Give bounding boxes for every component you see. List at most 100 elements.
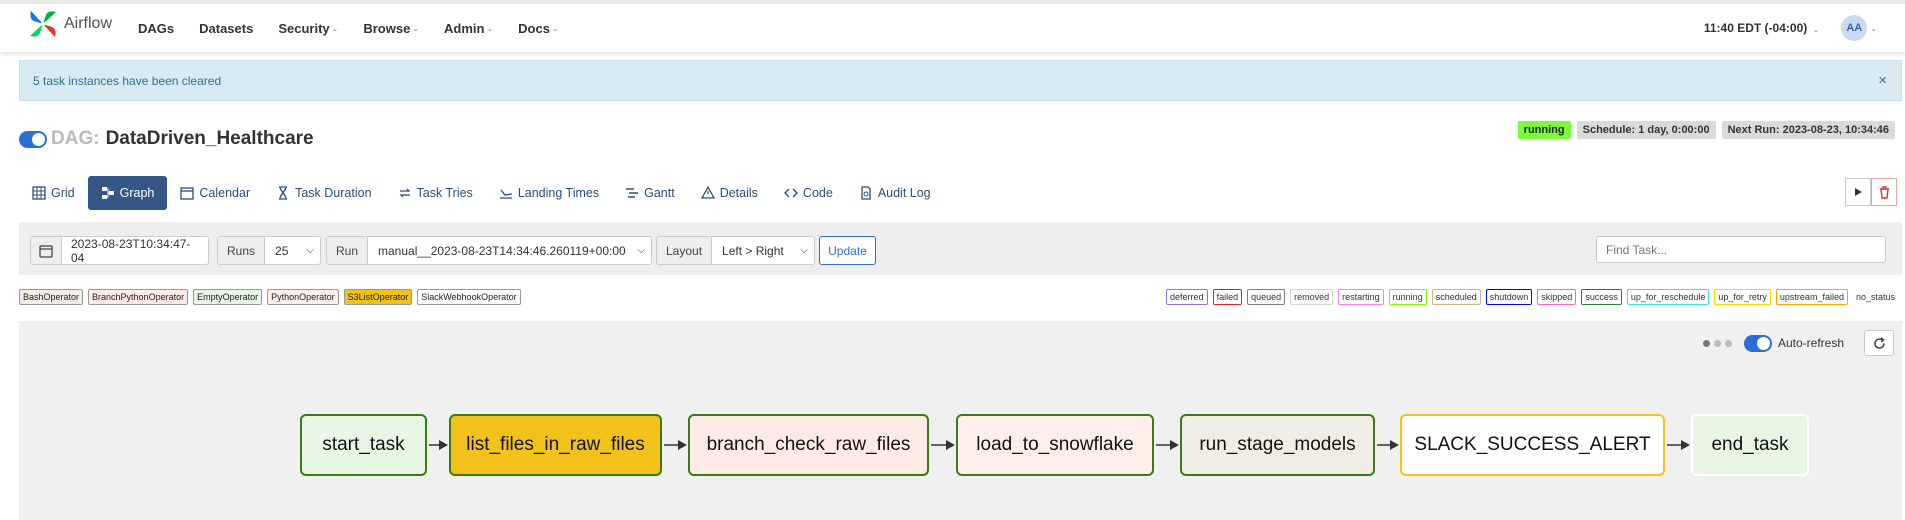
nav-item-admin[interactable]: Admin ⌄ (444, 21, 493, 36)
state-legend-item[interactable]: restarting (1338, 289, 1384, 305)
nav-item-dags[interactable]: DAGs (138, 21, 174, 36)
nav-item-label: Datasets (199, 20, 254, 36)
task-node[interactable]: list_files_in_raw_files (449, 414, 662, 476)
task-node[interactable]: run_stage_models (1180, 414, 1375, 476)
state-legend-item[interactable]: upstream_failed (1775, 289, 1848, 305)
state-legend-item[interactable]: skipped (1537, 289, 1577, 305)
trigger-dag-button[interactable] (1845, 178, 1871, 206)
base-date-group: 2023-08-23T10:34:47-04 (30, 236, 209, 265)
chevron-down-icon: ⌄ (551, 23, 559, 33)
tab-label: Calendar (199, 186, 251, 200)
close-icon[interactable]: × (1878, 72, 1887, 89)
chevron-down-icon: ⌵ (800, 245, 808, 256)
run-select[interactable]: manual__2023-08-23T14:34:46.260119+00:00… (368, 237, 651, 264)
state-legend-item[interactable]: up_for_reschedule (1626, 289, 1710, 305)
layout-value: Left > Right (722, 243, 784, 258)
tab-label: Task Tries (416, 186, 473, 200)
view-tabs: Grid Graph Calendar Task Duration Task Tries… (19, 176, 944, 210)
state-legend-item[interactable]: failed (1212, 289, 1243, 305)
user-avatar[interactable]: AA (1841, 15, 1868, 41)
state-legend-item[interactable]: shutdown (1485, 289, 1533, 305)
landing-icon (499, 189, 512, 199)
dag-badges: running Schedule: 1 day, 0:00:00 Next Ru… (1517, 121, 1895, 139)
tab-calendar[interactable]: Calendar (167, 176, 263, 210)
state-legend-item[interactable]: removed (1290, 289, 1334, 305)
task-node[interactable]: load_to_snowflake (956, 414, 1154, 476)
next-run-badge: Next Run: 2023-08-23, 10:34:46 (1721, 121, 1895, 139)
tab-landing-times[interactable]: Landing Times (486, 176, 612, 210)
tab-task-tries[interactable]: Task Tries (385, 176, 486, 210)
graph-icon (101, 187, 114, 199)
nav-item-docs[interactable]: Docs ⌄ (518, 21, 559, 36)
base-date-input[interactable]: 2023-08-23T10:34:47-04 (62, 237, 208, 264)
airflow-logo-icon (30, 11, 56, 37)
operator-legend-item: SlackWebhookOperator (417, 289, 521, 305)
navbar: Airflow DAGs Datasets Security ⌄ Browse ⌄ Admi… (0, 4, 1905, 52)
find-task-input[interactable] (1596, 236, 1886, 263)
update-button[interactable]: Update (819, 236, 876, 265)
dag-label: DAG: (51, 128, 100, 149)
task-node[interactable]: branch_check_raw_files (688, 414, 929, 476)
tab-details[interactable]: Details (688, 176, 771, 210)
dag-pause-toggle[interactable] (19, 130, 47, 148)
delete-dag-button[interactable] (1871, 178, 1897, 206)
tab-label: Gantt (644, 186, 675, 200)
layout-select[interactable]: Left > Right ⌵ (712, 237, 814, 264)
task-node[interactable]: start_task (300, 414, 427, 476)
tab-label: Code (802, 186, 833, 200)
nav-item-security[interactable]: Security ⌄ (278, 21, 338, 36)
dag-actions (1845, 178, 1897, 206)
state-legend-item[interactable]: deferred (1166, 289, 1208, 305)
operator-legend: BashOperator BranchPythonOperator EmptyOpe… (19, 289, 521, 305)
grid-icon (32, 186, 46, 200)
tab-label: Task Duration (295, 186, 372, 200)
task-node[interactable]: SLACK_SUCCESS_ALERT (1400, 414, 1665, 476)
state-legend-item[interactable]: success (1581, 289, 1622, 305)
chevron-down-icon[interactable]: ⌄ (1870, 24, 1877, 33)
brand[interactable]: Airflow (28, 9, 112, 39)
nav-item-browse[interactable]: Browse ⌄ (363, 21, 419, 36)
chevron-down-icon: ⌵ (637, 245, 645, 256)
state-legend: deferred failed queued removed restarting run… (1166, 289, 1898, 305)
clock-label: 11:40 EDT (-04:00) (1703, 21, 1808, 35)
alert-message: 5 task instances have been cleared (33, 73, 222, 88)
task-node[interactable]: end_task (1691, 414, 1809, 476)
tab-label: Graph (119, 186, 155, 200)
tab-code[interactable]: Code (771, 176, 846, 210)
edge-arrowhead (1390, 440, 1399, 450)
calendar-icon[interactable] (31, 237, 62, 264)
operator-legend-item: EmptyOperator (193, 289, 263, 305)
state-legend-item[interactable]: up_for_retry (1714, 289, 1771, 305)
operator-legend-item: PythonOperator (267, 289, 339, 305)
tab-gantt[interactable]: Gantt (612, 176, 688, 210)
graph-canvas[interactable]: Auto-refresh start_task list_files_in_raw… (19, 321, 1902, 520)
audit-log-icon (861, 186, 871, 200)
state-legend-item[interactable]: queued (1247, 289, 1286, 305)
chevron-down-icon: ⌄ (331, 23, 339, 33)
nav-item-label: DAGs (138, 20, 175, 36)
runs-value: 25 (275, 243, 289, 258)
runs-select[interactable]: 25 ⌵ (265, 237, 320, 264)
tab-graph[interactable]: Graph (87, 176, 168, 210)
chevron-down-icon: ⌄ (1812, 25, 1820, 34)
gantt-icon (626, 188, 639, 198)
state-legend-item[interactable]: no_status (1852, 290, 1898, 304)
play-icon (1855, 188, 1862, 196)
tab-label: Landing Times (517, 186, 600, 200)
chevron-down-icon: ⌄ (412, 23, 420, 33)
state-legend-item[interactable]: running (1388, 289, 1427, 305)
brand-name: Airflow (64, 15, 113, 32)
nav-item-datasets[interactable]: Datasets (199, 21, 253, 36)
tab-audit-log[interactable]: Audit Log (846, 176, 944, 210)
layout-group: Layout Left > Right ⌵ (656, 236, 815, 265)
hourglass-icon (279, 186, 288, 200)
tab-label: Audit Log (877, 186, 931, 200)
edge-arrowhead (946, 440, 955, 450)
nav-item-label: Admin (444, 20, 485, 36)
edge-arrowhead (1170, 440, 1179, 450)
timezone-clock[interactable]: 11:40 EDT (-04:00) ⌄ (1704, 21, 1819, 35)
tab-task-duration[interactable]: Task Duration (263, 176, 384, 210)
tab-grid[interactable]: Grid (19, 176, 88, 210)
state-legend-item[interactable]: scheduled (1431, 289, 1481, 305)
operator-legend-item: BranchPythonOperator (88, 289, 189, 305)
